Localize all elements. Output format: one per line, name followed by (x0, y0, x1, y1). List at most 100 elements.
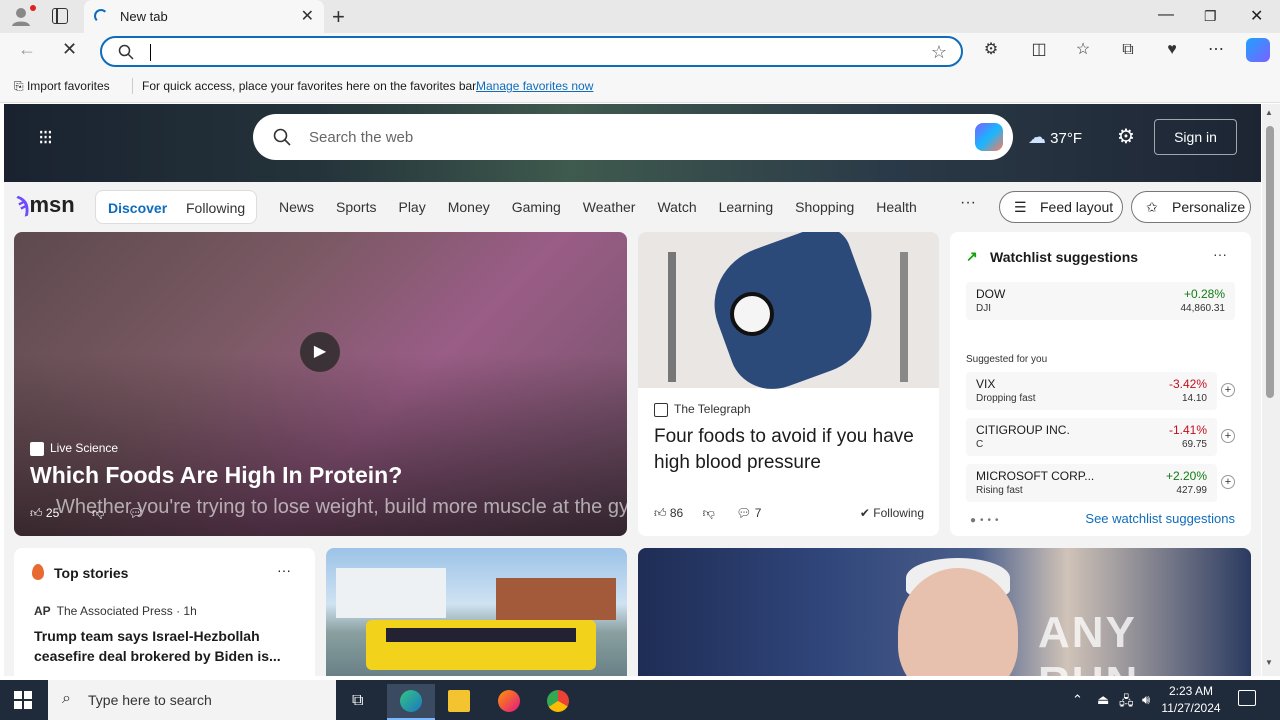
add-stock-icon[interactable]: + (1221, 383, 1235, 397)
nav-sports[interactable]: Sports (336, 199, 376, 215)
top-stories-title: Top stories (54, 565, 129, 581)
search-placeholder: Search the web (309, 129, 414, 146)
flame-icon (32, 564, 44, 580)
notification-icon[interactable] (1238, 690, 1256, 706)
following-badge[interactable]: ✔ Following (860, 506, 924, 520)
card-source: Live Science (30, 441, 118, 456)
sign-in-button[interactable]: Sign in (1154, 119, 1237, 155)
import-icon: ⎘ (14, 79, 27, 93)
windows-start-icon[interactable] (14, 691, 32, 709)
scroll-up-icon[interactable]: ▲ (1265, 108, 1273, 117)
nav-play[interactable]: Play (398, 199, 425, 215)
stock-row-microsoft[interactable]: MICROSOFT CORP... Rising fast +2.20% 427… (966, 464, 1235, 502)
star-outline-icon: ✩ (1146, 199, 1158, 215)
tab-actions-icon[interactable] (52, 8, 68, 24)
play-icon[interactable]: ▶ (300, 332, 340, 372)
file-explorer-icon[interactable] (435, 684, 483, 720)
import-favorites-button[interactable]: ⎘ Import favorites (14, 79, 110, 94)
taskbar-search[interactable]: ⌕ Type here to search (48, 680, 336, 720)
windows-taskbar: ⌕ Type here to search ⧉ ⌃ ⏏ 🖧︎ 🔊︎ 2:23 A… (0, 680, 1280, 720)
apps-grid-icon[interactable]: ⁝⁝⁝ (38, 128, 58, 148)
close-window-button[interactable]: ✕ (1250, 6, 1263, 26)
minimize-button[interactable]: — (1158, 6, 1174, 24)
top-stories-more-button[interactable]: ··· (277, 562, 291, 578)
new-tab-button[interactable]: + (332, 4, 345, 30)
add-stock-icon[interactable]: + (1221, 429, 1235, 443)
back-button[interactable]: ← (18, 39, 36, 60)
edge-taskbar-icon[interactable] (387, 684, 435, 720)
source-logo-icon (30, 441, 44, 456)
more-menu-icon[interactable]: ⋯ (1207, 41, 1225, 59)
search-icon (118, 44, 134, 60)
article-card[interactable]: The Telegraph Four foods to avoid if you… (638, 232, 939, 536)
web-search-box[interactable]: Search the web (253, 114, 1013, 160)
copilot-icon[interactable] (1246, 38, 1270, 62)
nav-money[interactable]: Money (448, 199, 490, 215)
msn-logo[interactable]: ϡmsn (16, 192, 75, 218)
stock-row-vix[interactable]: VIX Dropping fast -3.42% 14.10 + (966, 372, 1235, 410)
card-title[interactable]: Four foods to avoid if you have high blo… (654, 424, 924, 476)
search-icon: ⌕ (62, 690, 71, 707)
comment-icon[interactable]: 💬︎ (128, 506, 143, 520)
copilot-icon[interactable] (975, 123, 1003, 151)
tray-chevron-icon[interactable]: ⌃ (1072, 692, 1083, 708)
like-button[interactable]: 👍︎ 25 (30, 506, 59, 521)
tab-discover[interactable]: Discover (108, 200, 167, 216)
dislike-icon[interactable]: 👎︎ (703, 506, 715, 520)
address-bar[interactable]: ☆ (100, 36, 963, 67)
like-button[interactable]: 👍︎ 86 (654, 506, 683, 520)
see-watchlist-link[interactable]: See watchlist suggestions (1085, 511, 1235, 526)
comment-button[interactable]: 💬︎ 7 (736, 506, 761, 520)
nav-shopping[interactable]: Shopping (795, 199, 854, 215)
add-stock-icon[interactable]: + (1221, 475, 1235, 489)
firefox-icon[interactable] (485, 684, 533, 720)
usb-icon[interactable]: ⏏ (1097, 692, 1109, 708)
weather-widget[interactable]: ☁ 37°F (1028, 127, 1082, 148)
carousel-dots[interactable]: ●••• (970, 515, 1003, 526)
stop-button[interactable]: ✕ (62, 39, 77, 60)
feed-layout-button[interactable]: ☰ Feed layout (999, 191, 1123, 223)
tab-new-tab[interactable]: New tab ✕ (84, 0, 324, 33)
hero-header: ⁝⁝⁝ Search the web ☁ 37°F ⚙ Sign in (4, 104, 1261, 182)
telegraph-logo-icon (654, 402, 668, 417)
nav-more-button[interactable]: ··· (960, 194, 976, 212)
news-image-card[interactable]: ANY RUN (638, 548, 1251, 676)
volume-icon[interactable]: 🔊︎ (1142, 692, 1150, 708)
tab-following[interactable]: Following (186, 200, 245, 216)
profile-icon[interactable] (10, 5, 36, 27)
hero-video-card[interactable]: ▶ Live Science Which Foods Are High In P… (14, 232, 627, 536)
close-tab-icon[interactable]: ✕ (301, 6, 314, 26)
nav-news[interactable]: News (279, 199, 314, 215)
boat-image-card[interactable] (326, 548, 627, 676)
settings-gear-icon[interactable]: ⚙ (1117, 124, 1135, 149)
stock-row-dow[interactable]: DOW DJI +0.28% 44,860.31 (966, 282, 1235, 320)
story-headline[interactable]: Trump team says Israel-Hezbollah ceasefi… (34, 626, 294, 666)
page-scrollbar[interactable]: ▲ ▼ (1262, 104, 1280, 676)
personalize-button[interactable]: ✩ Personalize (1131, 191, 1251, 223)
dislike-icon[interactable]: 👎︎ (92, 506, 104, 521)
extensions-icon[interactable]: ⚙ (982, 41, 1000, 59)
favorites-icon[interactable]: ☆ (1074, 41, 1092, 59)
watermark: ANY RUN (1038, 608, 1137, 676)
nav-learning[interactable]: Learning (719, 199, 774, 215)
browser-essentials-icon[interactable]: ♥ (1163, 41, 1181, 59)
stock-row-citigroup[interactable]: CITIGROUP INC. C -1.41% 69.75 + (966, 418, 1235, 456)
watchlist-more-button[interactable]: ··· (1213, 246, 1227, 262)
star-icon[interactable]: ☆ (931, 42, 947, 63)
manage-favorites-link[interactable]: Manage favorites now (476, 79, 593, 93)
chrome-icon[interactable] (534, 684, 582, 720)
network-icon[interactable]: 🖧︎ (1119, 692, 1134, 714)
nav-health[interactable]: Health (876, 199, 916, 215)
browser-toolbar: ← ✕ ☆ ⚙ ◫ ☆ ⧉ ♥ ⋯ (0, 33, 1280, 70)
nav-weather[interactable]: Weather (583, 199, 636, 215)
butterfly-icon: ϡ (16, 192, 30, 217)
scroll-down-icon[interactable]: ▼ (1265, 658, 1273, 667)
nav-watch[interactable]: Watch (657, 199, 696, 215)
split-screen-icon[interactable]: ◫ (1030, 41, 1048, 59)
taskbar-clock[interactable]: 2:23 AM 11/27/2024 (1160, 683, 1222, 717)
task-view-icon[interactable]: ⧉ (336, 684, 384, 720)
card-title[interactable]: Which Foods Are High In Protein? (30, 462, 402, 489)
nav-gaming[interactable]: Gaming (512, 199, 561, 215)
restore-button[interactable]: ❐ (1204, 8, 1217, 25)
collections-icon[interactable]: ⧉ (1119, 41, 1137, 59)
